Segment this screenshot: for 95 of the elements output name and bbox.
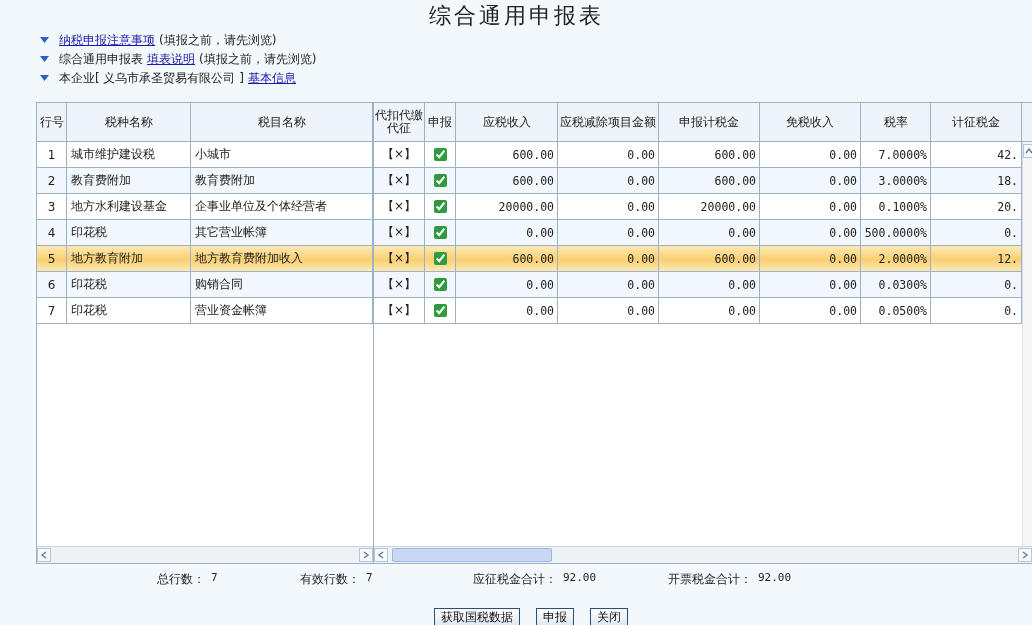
table-cell: 12. <box>931 246 1022 272</box>
table-cell: 0.00 <box>760 246 861 272</box>
table-cell: 0.00 <box>558 272 659 298</box>
table-cell: 其它营业帐簿 <box>191 220 373 246</box>
table-cell: 0.00 <box>456 220 558 246</box>
table-cell: 印花税 <box>67 220 191 246</box>
table-cell: 0.00 <box>558 246 659 272</box>
table-cell: 教育费附加 <box>67 168 191 194</box>
summary-label: 总行数： <box>157 570 205 588</box>
info-link[interactable]: 填表说明 <box>147 50 195 68</box>
table-cell: 3.0000% <box>861 168 931 194</box>
column-header: 免税收入 <box>760 103 861 142</box>
report-checkbox[interactable] <box>433 304 447 317</box>
triangle-bullet-icon <box>40 75 49 81</box>
table-cell: 0.00 <box>558 298 659 324</box>
summary-label: 有效行数： <box>300 570 360 588</box>
table-cell: 购销合同 <box>191 272 373 298</box>
table-cell: 0.00 <box>456 298 558 324</box>
table-cell: 营业资金帐簿 <box>191 298 373 324</box>
report-checkbox[interactable] <box>433 200 447 213</box>
scroll-left-icon[interactable] <box>374 548 388 562</box>
notice-text: (填报之前，请先浏览) <box>199 50 317 68</box>
triangle-bullet-icon <box>40 56 49 62</box>
column-header: 申报计税金 <box>659 103 760 142</box>
table-cell: 【×】 <box>374 272 425 298</box>
table-cell: 地方教育费附加收入 <box>191 246 373 272</box>
info-link[interactable]: 基本信息 <box>248 69 296 87</box>
row-number-cell: 2 <box>37 168 67 194</box>
form-button[interactable]: 关闭 <box>590 608 628 625</box>
row-number-cell: 5 <box>37 246 67 272</box>
row-number-cell: 4 <box>37 220 67 246</box>
column-header: 税率 <box>861 103 931 142</box>
table-cell: 0.00 <box>760 168 861 194</box>
report-checkbox[interactable] <box>433 174 447 187</box>
report-checkbox[interactable] <box>433 252 447 265</box>
report-checkbox[interactable] <box>433 148 447 161</box>
summary-value: 7 <box>366 570 373 586</box>
table-cell: 0.00 <box>659 272 760 298</box>
column-header: 申报 <box>425 103 456 142</box>
table-cell: 2.0000% <box>861 246 931 272</box>
table-cell: 【×】 <box>374 298 425 324</box>
table-cell: 0. <box>931 272 1022 298</box>
table-cell: 0.00 <box>659 220 760 246</box>
summary-value: 92.00 <box>758 570 792 586</box>
row-number-cell: 7 <box>37 298 67 324</box>
scroll-right-icon[interactable] <box>359 548 373 562</box>
table-cell: 地方教育附加 <box>67 246 191 272</box>
form-button[interactable]: 获取国税数据 <box>434 608 520 625</box>
table-cell: 0.00 <box>558 220 659 246</box>
scroll-thumb[interactable] <box>392 548 552 562</box>
column-header: 计征税金 <box>931 103 1022 142</box>
summary-value: 92.00 <box>563 570 597 586</box>
table-cell: 600.00 <box>456 168 558 194</box>
column-header: 应税减除项目金额 <box>558 103 659 142</box>
notice-text: 本企业[ 义乌市承圣贸易有限公司 ] <box>59 69 244 87</box>
scroll-up-icon[interactable] <box>1023 144 1032 158</box>
table-cell: 教育费附加 <box>191 168 373 194</box>
table-cell: 0.0500% <box>861 298 931 324</box>
column-header: 应税收入 <box>456 103 558 142</box>
column-header: 代扣代缴代征 <box>374 103 425 142</box>
column-header: 行号 <box>37 103 67 142</box>
summary-label: 开票税金合计： <box>668 570 752 588</box>
table-cell: 0.00 <box>558 168 659 194</box>
table-cell: 600.00 <box>456 246 558 272</box>
table-cell: 【×】 <box>374 246 425 272</box>
table-cell: 0. <box>931 220 1022 246</box>
table-cell: 18. <box>931 168 1022 194</box>
form-button[interactable]: 申报 <box>536 608 574 625</box>
table-cell: 【×】 <box>374 220 425 246</box>
page-title: 综合通用申报表 <box>428 2 604 30</box>
scroll-left-icon[interactable] <box>37 548 51 562</box>
table-cell: 600.00 <box>659 168 760 194</box>
report-checkbox[interactable] <box>433 278 447 291</box>
info-link[interactable]: 纳税申报注意事项 <box>59 31 155 49</box>
table-cell: 【×】 <box>374 168 425 194</box>
table-cell: 0.00 <box>760 272 861 298</box>
row-number-cell: 6 <box>37 272 67 298</box>
table-cell: 600.00 <box>659 246 760 272</box>
table-cell: 0.00 <box>760 298 861 324</box>
triangle-bullet-icon <box>40 37 49 43</box>
table-cell: 印花税 <box>67 272 191 298</box>
column-header: 税目名称 <box>191 103 373 142</box>
column-header: 税种名称 <box>67 103 191 142</box>
notice-text: (填报之前，请先浏览) <box>159 31 277 49</box>
table-cell: 500.0000% <box>861 220 931 246</box>
summary-value: 7 <box>211 570 218 586</box>
table-cell: 0.00 <box>456 272 558 298</box>
notice-text: 综合通用申报表 <box>59 50 143 68</box>
summary-label: 应征税金合计： <box>473 570 557 588</box>
scroll-right-icon[interactable] <box>1018 548 1032 562</box>
table-cell: 0.00 <box>659 298 760 324</box>
table-cell: 印花税 <box>67 298 191 324</box>
table-cell: 0.00 <box>760 220 861 246</box>
report-checkbox[interactable] <box>433 226 447 239</box>
table-cell: 0.0300% <box>861 272 931 298</box>
